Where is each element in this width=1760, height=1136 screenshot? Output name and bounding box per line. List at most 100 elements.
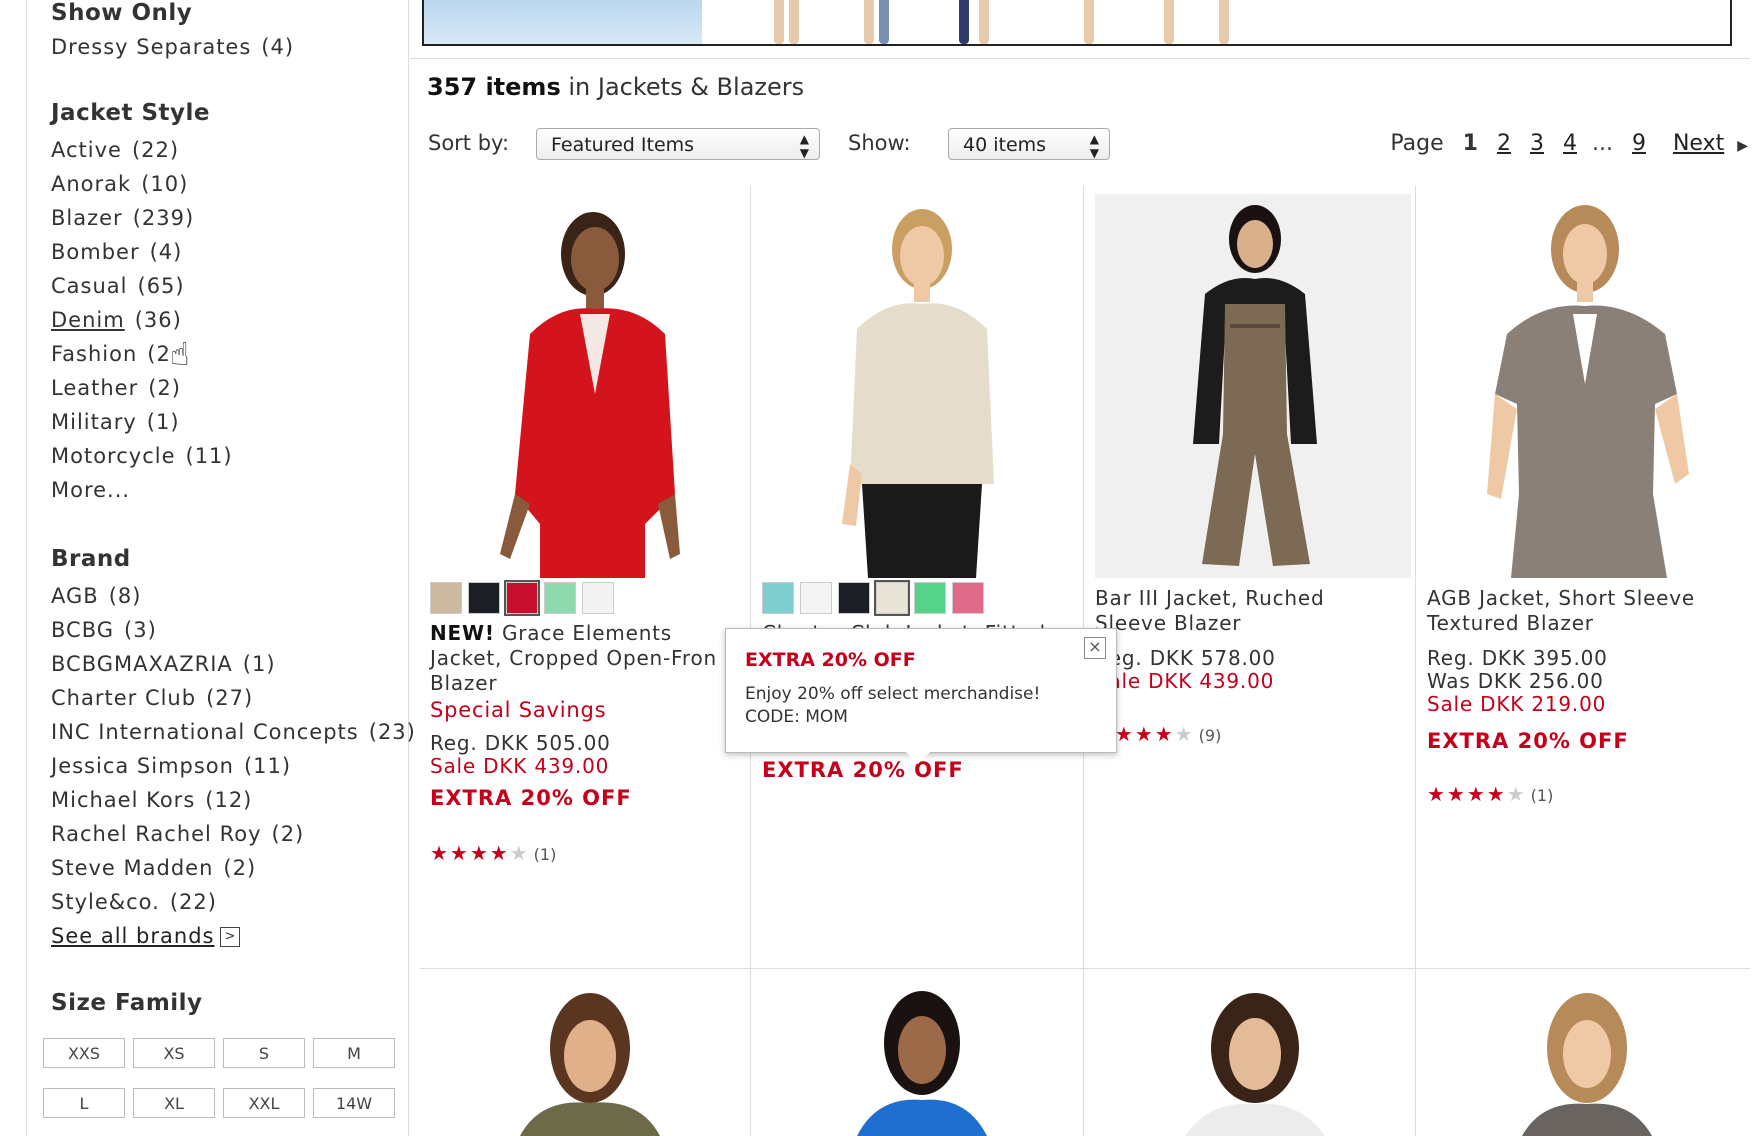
page-link-4[interactable]: 4 xyxy=(1563,131,1577,156)
facet-item-bomber[interactable]: Bomber (4) xyxy=(51,235,233,269)
color-swatch[interactable] xyxy=(582,582,614,614)
grid-divider xyxy=(1415,186,1416,1136)
facet-more-link[interactable]: More... xyxy=(51,473,233,507)
facet-item-charter-club[interactable]: Charter Club (27) xyxy=(51,681,416,715)
show-label: Show: xyxy=(848,131,911,155)
banner-model-image xyxy=(959,0,969,44)
facet-brand: Brand AGB (8) BCBG (3) BCBGMAXAZRIA (1) Cha… xyxy=(51,546,416,953)
product-title[interactable]: Bar III Jacket, Ruched Sleeve Blazer xyxy=(1095,586,1324,636)
size-14w-button[interactable]: 14W xyxy=(313,1088,395,1118)
popup-code: CODE: MOM xyxy=(745,707,848,727)
next-page-link[interactable]: Next xyxy=(1673,131,1724,156)
facet-item-blazer[interactable]: Blazer (239) xyxy=(51,201,233,235)
facet-size-family: Size Family xyxy=(51,990,203,1016)
size-l-button[interactable]: L xyxy=(43,1088,125,1118)
color-swatch[interactable] xyxy=(762,582,794,614)
product-card[interactable]: Charter Club Jacket, Fitted EXTRA 20% OF… xyxy=(762,186,1082,906)
size-xxs-button[interactable]: XXS xyxy=(43,1038,125,1068)
color-swatch[interactable] xyxy=(914,582,946,614)
banner-model-image xyxy=(864,0,874,44)
color-swatch[interactable] xyxy=(874,580,910,616)
product-card[interactable]: Bar III Jacket, Ruched Sleeve Blazer Reg.… xyxy=(1095,186,1415,906)
popup-message: Enjoy 20% off select merchandise! xyxy=(745,684,1041,704)
size-s-button[interactable]: S xyxy=(223,1038,305,1068)
select-arrows-icon: ▲ ▼ xyxy=(799,132,809,160)
page-link-2[interactable]: 2 xyxy=(1497,131,1511,156)
facet-item-agb[interactable]: AGB (8) xyxy=(51,579,416,613)
product-card[interactable]: NEW! Grace Elements Jacket, Cropped Open-… xyxy=(430,186,750,906)
product-price: Reg. DKK 395.00 Was DKK 256.00 Sale DKK 21… xyxy=(1427,646,1608,716)
size-xs-button[interactable]: XS xyxy=(133,1038,215,1068)
extra-off-label: EXTRA 20% OFF xyxy=(430,786,632,810)
facet-item-casual[interactable]: Casual (65) xyxy=(51,269,233,303)
promo-popup: EXTRA 20% OFF Enjoy 20% off select merch… xyxy=(725,628,1117,764)
page-link-3[interactable]: 3 xyxy=(1530,131,1544,156)
star-rating[interactable]: ★★★★★ (1) xyxy=(1427,782,1553,806)
size-xxl-button[interactable]: XXL xyxy=(223,1088,305,1118)
facet-item-michael-kors[interactable]: Michael Kors (12) xyxy=(51,783,416,817)
facet-item-style-co[interactable]: Style&co. (22) xyxy=(51,885,416,919)
product-image[interactable] xyxy=(430,978,746,1136)
product-card[interactable]: AGB Jacket, Short Sleeve Textured Blazer … xyxy=(1427,186,1747,906)
banner-model-image xyxy=(789,0,799,44)
banner-model-image xyxy=(1164,0,1174,44)
product-price: Reg. DKK 578.00 Sale DKK 439.00 xyxy=(1095,646,1276,693)
product-title[interactable]: AGB Jacket, Short Sleeve Textured Blazer xyxy=(1427,586,1695,636)
facet-item-jessica-simpson[interactable]: Jessica Simpson (11) xyxy=(51,749,416,783)
divider xyxy=(410,58,1750,59)
facet-title-show-only: Show Only xyxy=(51,0,193,26)
facet-item-steve-madden[interactable]: Steve Madden (2) xyxy=(51,851,416,885)
popup-pointer xyxy=(906,752,930,764)
star-rating[interactable]: ★★★★★ (1) xyxy=(430,841,556,865)
color-swatch[interactable] xyxy=(430,582,462,614)
facet-item-dressy-separates[interactable]: Dressy Separates (4) xyxy=(51,30,294,64)
facet-item-denim[interactable]: Denim (36) xyxy=(51,303,233,337)
facet-title-jacket-style: Jacket Style xyxy=(51,100,211,126)
banner-model-image xyxy=(1084,0,1094,44)
color-swatch[interactable] xyxy=(504,580,540,616)
color-swatch[interactable] xyxy=(838,582,870,614)
color-swatch[interactable] xyxy=(952,582,984,614)
page-label: Page xyxy=(1390,131,1444,156)
facet-item-active[interactable]: Active (22) xyxy=(51,133,233,167)
facet-item-bcbgmaxazria[interactable]: BCBGMAXAZRIA (1) xyxy=(51,647,416,681)
results-count: 357 items in Jackets & Blazers xyxy=(427,73,805,101)
extra-off-label: EXTRA 20% OFF xyxy=(762,758,964,782)
color-swatch[interactable] xyxy=(468,582,500,614)
product-title[interactable]: NEW! Grace Elements Jacket, Cropped Open-… xyxy=(430,621,717,696)
facet-item-leather[interactable]: Leather (2) xyxy=(51,371,233,405)
page-link-9[interactable]: 9 xyxy=(1632,131,1646,156)
facet-title-size-family: Size Family xyxy=(51,990,203,1016)
facet-item-bcbg[interactable]: BCBG (3) xyxy=(51,613,416,647)
facet-item-motorcycle[interactable]: Motorcycle (11) xyxy=(51,439,233,473)
color-swatch[interactable] xyxy=(544,582,576,614)
size-xl-button[interactable]: XL xyxy=(133,1088,215,1118)
close-icon[interactable]: × xyxy=(1084,637,1106,659)
facet-item-fashion[interactable]: Fashion (2 xyxy=(51,337,233,371)
show-select[interactable]: 40 items ▲ ▼ xyxy=(948,128,1110,160)
external-arrow-icon: > xyxy=(220,927,241,947)
product-image[interactable] xyxy=(1095,978,1411,1136)
page-current: 1 xyxy=(1462,131,1478,156)
facet-item-inc[interactable]: INC International Concepts (23) xyxy=(51,715,416,749)
banner-model-image xyxy=(979,0,989,44)
banner-model-image xyxy=(879,0,889,44)
product-image[interactable] xyxy=(1095,194,1411,578)
promo-banner[interactable] xyxy=(422,0,1732,46)
facet-item-anorak[interactable]: Anorak (10) xyxy=(51,167,233,201)
popup-title: EXTRA 20% OFF xyxy=(745,649,916,671)
see-all-brands-link[interactable]: See all brands > xyxy=(51,919,416,953)
product-image[interactable] xyxy=(762,978,1078,1136)
sort-select[interactable]: Featured Items ▲ ▼ xyxy=(536,128,820,160)
facet-item-rachel-rachel-roy[interactable]: Rachel Rachel Roy (2) xyxy=(51,817,416,851)
facet-item-military[interactable]: Military (1) xyxy=(51,405,233,439)
size-m-button[interactable]: M xyxy=(313,1038,395,1068)
grid-divider xyxy=(420,968,1750,969)
page-ellipsis: ... xyxy=(1591,131,1613,156)
color-swatch[interactable] xyxy=(800,582,832,614)
product-image[interactable] xyxy=(430,194,746,578)
product-image[interactable] xyxy=(1427,194,1743,578)
facet-show-only: Show Only Dressy Separates (4) xyxy=(51,0,294,64)
product-image[interactable] xyxy=(762,194,1078,578)
product-image[interactable] xyxy=(1427,978,1743,1136)
